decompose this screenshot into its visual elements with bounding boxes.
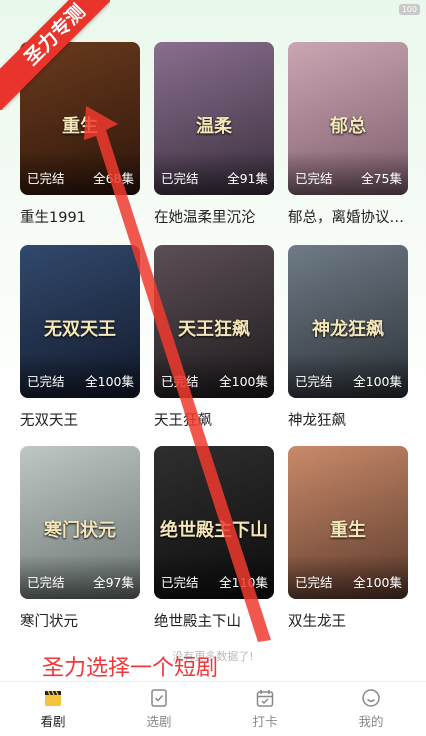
completion-status: 已完结	[27, 171, 65, 186]
drama-card[interactable]: 温柔已完结 全91集在她温柔里沉沦	[154, 42, 274, 227]
tab-label: 打卡	[252, 714, 278, 729]
drama-title[interactable]: 神龙狂飙	[288, 409, 408, 430]
completion-status: 已完结	[161, 374, 199, 389]
smiley-icon	[361, 688, 381, 708]
completion-status: 已完结	[161, 575, 199, 590]
episode-count: 全75集	[361, 171, 402, 186]
drama-title[interactable]: 绝世殿主下山	[154, 610, 274, 631]
episode-count: 全91集	[227, 171, 268, 186]
poster-art-title: 重生	[62, 116, 98, 137]
poster-art-title: 温柔	[196, 116, 232, 137]
drama-title[interactable]: 重生1991	[20, 206, 140, 227]
drama-card[interactable]: 绝世殿主下山 已完结 全110集 绝世殿主下山	[154, 446, 274, 631]
drama-poster[interactable]: 重生已完结 全100集	[288, 446, 408, 599]
drama-card[interactable]: 寒门状元 已完结 全97集 寒门状元	[20, 446, 140, 631]
episode-count: 全68集	[93, 171, 134, 186]
status-badge: 100	[398, 4, 420, 15]
corner-ribbon-wrap: 圣力专测	[0, 0, 110, 110]
drama-card[interactable]: 神龙狂飙 已完结 全100集 神龙狂飙	[288, 245, 408, 430]
episode-count: 全100集	[353, 575, 402, 590]
completion-status: 已完结	[295, 374, 333, 389]
poster-art-title: 神龙狂飙	[312, 319, 384, 340]
tab-label: 选剧	[146, 714, 172, 729]
drama-poster[interactable]: 郁总已完结 全75集	[288, 42, 408, 195]
completion-status: 已完结	[295, 575, 333, 590]
poster-art-title: 无双天王	[44, 319, 116, 340]
poster-art-title: 重生	[330, 520, 366, 541]
drama-grid: 重生 已完结 全68集 重生1991 温柔 已完结 全91集 在她温柔里沉沦 郁总 已完结 全75集…	[20, 42, 408, 642]
poster-art-title: 天王狂飙	[178, 319, 250, 340]
tab-checkin[interactable]: 打卡	[212, 688, 318, 730]
completion-status: 已完结	[295, 171, 333, 186]
tab-label: 看剧	[40, 714, 66, 729]
bottom-tab-bar: 看剧 选剧 打卡 我的	[0, 681, 426, 736]
episode-count: 全100集	[353, 374, 402, 389]
drama-poster[interactable]: 无双天王已完结 全100集	[20, 245, 140, 398]
drama-poster[interactable]: 寒门状元已完结 全97集	[20, 446, 140, 599]
completion-status: 已完结	[27, 374, 65, 389]
drama-title[interactable]: 无双天王	[20, 409, 140, 430]
tab-me[interactable]: 我的	[318, 688, 424, 730]
poster-art-title: 绝世殿主下山	[160, 520, 268, 541]
drama-poster[interactable]: 温柔已完结 全91集	[154, 42, 274, 195]
drama-poster[interactable]: 神龙狂飙已完结 全100集	[288, 245, 408, 398]
drama-card[interactable]: 天王狂飙 已完结 全100集 天王狂飙	[154, 245, 274, 430]
drama-card[interactable]: 郁总已完结 全75集郁总，离婚协议请签收	[288, 42, 408, 227]
drama-card[interactable]: 重生已完结 全100集双生龙王	[288, 446, 408, 631]
corner-ribbon: 圣力专测	[0, 0, 110, 110]
episode-count: 全100集	[85, 374, 134, 389]
drama-title[interactable]: 郁总，离婚协议请签收	[288, 206, 408, 227]
tab-watch[interactable]: 看剧	[0, 688, 106, 730]
drama-title[interactable]: 在她温柔里沉沦	[154, 206, 274, 227]
drama-title[interactable]: 寒门状元	[20, 610, 140, 631]
clapperboard-icon	[43, 688, 63, 708]
poster-art-title: 郁总	[330, 116, 366, 137]
tab-label: 我的	[358, 714, 384, 729]
drama-title[interactable]: 双生龙王	[288, 610, 408, 631]
drama-poster[interactable]: 绝世殿主下山已完结 全110集	[154, 446, 274, 599]
episode-count: 全110集	[219, 575, 268, 590]
drama-card[interactable]: 无双天王 已完结 全100集 无双天王	[20, 245, 140, 430]
drama-title[interactable]: 天王狂飙	[154, 409, 274, 430]
completion-status: 已完结	[27, 575, 65, 590]
calendar-icon	[255, 688, 275, 708]
poster-art-title: 寒门状元	[44, 520, 116, 541]
episode-count: 全97集	[93, 575, 134, 590]
completion-status: 已完结	[161, 171, 199, 186]
tab-choose[interactable]: 选剧	[106, 688, 212, 730]
drama-poster[interactable]: 天王狂飙已完结 全100集	[154, 245, 274, 398]
checklist-icon	[149, 688, 169, 708]
annotation-text: 圣力选择一个短剧	[42, 656, 219, 681]
episode-count: 全100集	[219, 374, 268, 389]
